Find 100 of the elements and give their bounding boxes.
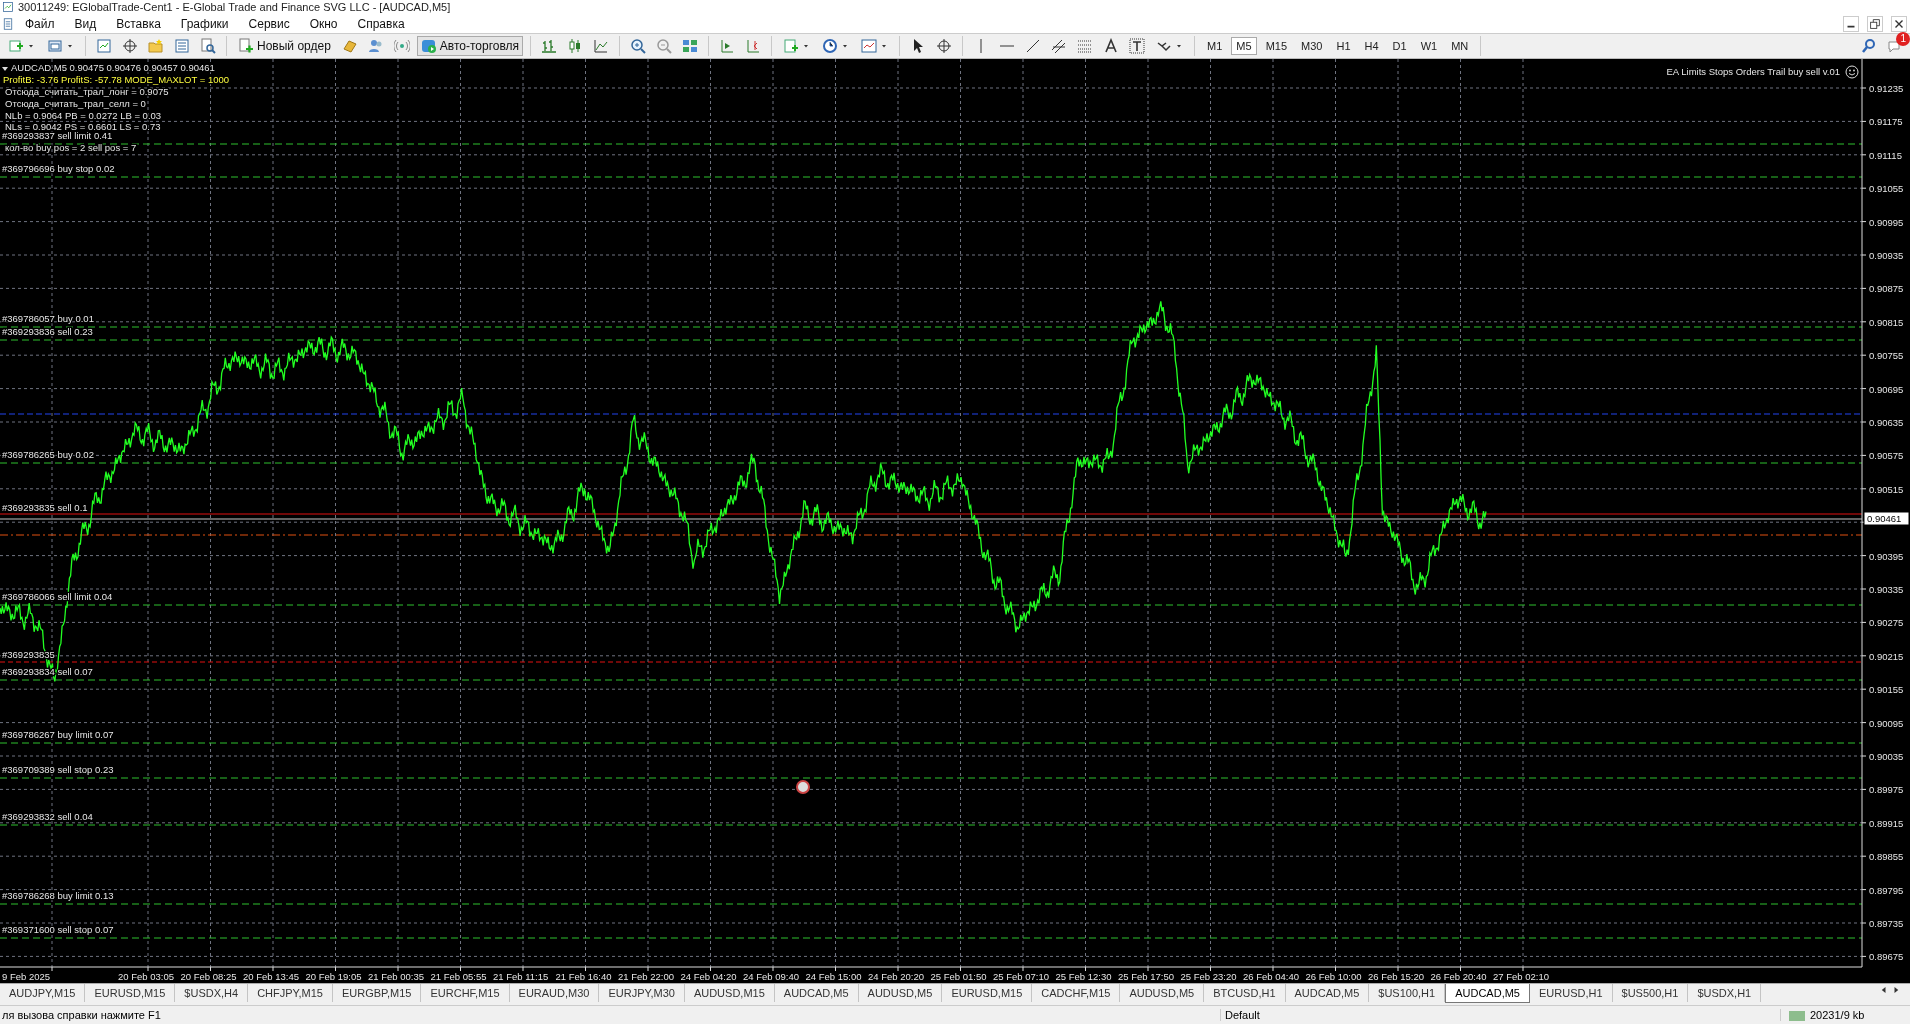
channel-icon[interactable]	[1051, 38, 1068, 55]
people-icon[interactable]	[367, 38, 384, 55]
template-icon	[861, 38, 878, 55]
timeframe-button[interactable]: MN	[1446, 37, 1474, 56]
chart-arrows-icon[interactable]	[96, 38, 112, 55]
price-label: 0.90935	[1869, 249, 1904, 261]
close-icon[interactable]	[1891, 15, 1907, 32]
timeframe-button[interactable]: M15	[1260, 37, 1293, 56]
timeframe-button[interactable]: H4	[1359, 37, 1384, 56]
time-label: 21 Feb 22:00	[618, 970, 674, 982]
time-label: 26 Feb 10:00	[1305, 970, 1362, 982]
zoom-in-icon[interactable]	[630, 38, 647, 55]
chart-tab[interactable]: EURUSD,H1	[1530, 983, 1613, 1002]
fibonacci-icon[interactable]	[1077, 38, 1094, 55]
chart-tab[interactable]: EURUSD,M15	[85, 983, 176, 1002]
tile-windows-icon[interactable]	[682, 38, 699, 55]
time-label: 25 Feb 07:10	[993, 970, 1049, 982]
toolbar-button[interactable]: Авто-торговля	[416, 36, 524, 57]
chart-tab[interactable]: CHFJPY,M15	[248, 983, 333, 1002]
chart-tab[interactable]: EURCHF,M15	[421, 983, 510, 1002]
toolbar-button[interactable]: Новый ордер	[234, 36, 335, 57]
menu-item[interactable]: Справка	[348, 15, 414, 32]
chat-bubble-icon[interactable]	[1887, 38, 1903, 55]
chart-tab[interactable]: AUDJPY,M15	[0, 983, 86, 1002]
restore-icon[interactable]	[1867, 15, 1883, 32]
timeframe-button[interactable]: M30	[1296, 37, 1328, 56]
time-label: 25 Feb 23:20	[1180, 970, 1237, 982]
price-label: 0.90695	[1869, 383, 1904, 395]
status-text: ля вызова справки нажмите F1	[1, 1009, 162, 1022]
price-label: 0.91175	[1869, 116, 1903, 128]
timeframe-button[interactable]: W1	[1415, 37, 1443, 56]
magnifier-doc-icon[interactable]	[200, 38, 216, 55]
text-tool-icon[interactable]	[1103, 38, 1120, 55]
crosshair-icon[interactable]	[122, 38, 138, 55]
price-label: 0.90575	[1869, 450, 1904, 462]
time-label: 24 Feb 20:20	[868, 970, 924, 982]
order-label: #369796696 buy stop 0.02	[2, 162, 115, 174]
price-label: 0.90755	[1869, 350, 1904, 362]
chart-tab[interactable]: EURJPY,M30	[599, 983, 685, 1002]
smiley-icon	[1845, 65, 1859, 79]
price-label: 0.90095	[1869, 717, 1904, 729]
menu-item[interactable]: Сервис	[239, 15, 299, 32]
order-label: #369786265 buy 0.02	[2, 448, 94, 460]
chart-tab[interactable]: $USDX,H1	[1688, 983, 1762, 1002]
chart-tab[interactable]: AUDCAD,M5	[774, 983, 859, 1002]
zoom-out-icon[interactable]	[656, 38, 673, 55]
chart-tab[interactable]: AUDUSD,M15	[684, 983, 775, 1002]
price-label: 0.89915	[1869, 817, 1904, 829]
price-label: 0.89735	[1869, 917, 1904, 929]
search-icon[interactable]	[1861, 38, 1877, 55]
chart-tab[interactable]: EURGBP,M15	[332, 983, 422, 1002]
timeframe-button[interactable]: H1	[1331, 37, 1356, 56]
info-text: кол-во buy pos = 2 sell pos = 7	[5, 141, 137, 153]
time-label: 21 Feb 16:40	[555, 970, 612, 982]
minimize-icon[interactable]	[1843, 15, 1859, 32]
chart-tab[interactable]: $US500,H1	[1612, 983, 1689, 1002]
time-label: 20 Feb 19:05	[305, 970, 362, 982]
chart-shift-icon[interactable]	[745, 38, 762, 55]
price-label: 0.90335	[1869, 583, 1904, 595]
label-tool-icon[interactable]	[1129, 38, 1146, 55]
price-label: 0.90275	[1869, 617, 1904, 629]
order-label: #369786057 buy 0.01	[2, 312, 94, 324]
chart-tab[interactable]: BTCUSD,H1	[1204, 983, 1286, 1002]
time-label: 25 Feb 12:30	[1055, 970, 1112, 982]
folder-star-icon[interactable]	[148, 38, 164, 55]
chart-tab[interactable]: AUDUSD,M5	[858, 983, 943, 1002]
time-label: 26 Feb 04:40	[1243, 970, 1299, 982]
chart-tab[interactable]: $USDX,H4	[175, 983, 249, 1002]
menu-item[interactable]: Графики	[171, 15, 238, 32]
line-chart-icon[interactable]	[593, 38, 610, 55]
time-label: 21 Feb 11:15	[493, 970, 549, 982]
chart-tab[interactable]: AUDUSD,M5	[1120, 983, 1205, 1002]
price-label: 0.91235	[1869, 82, 1904, 94]
ingot-icon[interactable]	[341, 38, 358, 55]
connection-bars-icon	[1787, 1009, 1807, 1022]
crosshair-icon[interactable]	[936, 38, 953, 55]
price-label: 0.89855	[1869, 851, 1904, 863]
bar-chart-icon[interactable]	[541, 38, 558, 55]
signal-icon[interactable]	[393, 38, 410, 55]
collapse-icon[interactable]	[2, 66, 8, 71]
chart-tab[interactable]: AUDCAD,M5	[1445, 983, 1530, 1003]
timeframe-button[interactable]: M1	[1202, 37, 1228, 56]
price-label: 0.90155	[1869, 684, 1904, 696]
price-label: 0.90035	[1869, 750, 1904, 762]
chart-tab[interactable]: EURUSD,M15	[942, 983, 1033, 1002]
timeframe-button[interactable]: M5	[1231, 37, 1257, 56]
menu-item[interactable]: Файл	[16, 15, 64, 32]
indicator-add-icon	[783, 38, 800, 55]
chart-tab[interactable]: CADCHF,M15	[1032, 983, 1121, 1002]
menu-item[interactable]: Вставка	[107, 15, 170, 32]
time-label: 9 Feb 2025	[2, 970, 51, 982]
document-icon[interactable]	[2, 17, 14, 30]
chart-tab[interactable]: EURAUD,M30	[509, 983, 600, 1002]
new-chart-icon	[8, 38, 24, 55]
chart-scroll-icon[interactable]	[719, 38, 736, 55]
timeframe-button[interactable]: D1	[1387, 37, 1412, 56]
menu-item[interactable]: Вид	[65, 15, 106, 32]
chart-tab[interactable]: AUDCAD,M5	[1285, 983, 1370, 1002]
trend-line-icon[interactable]	[1025, 38, 1042, 55]
menu-item[interactable]: Окно	[300, 15, 347, 32]
